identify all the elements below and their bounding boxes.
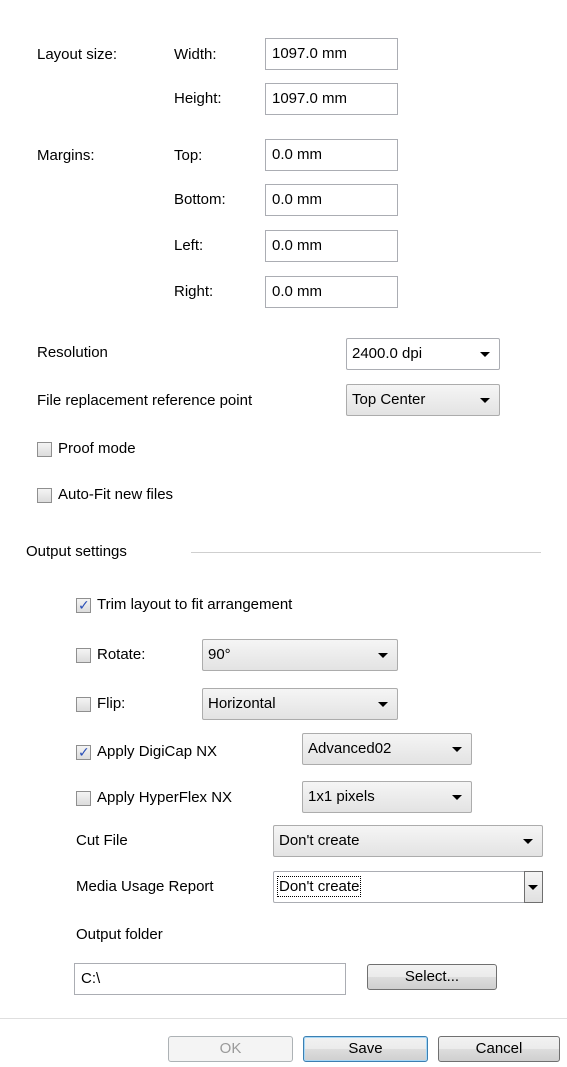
resolution-combo[interactable]: 2400.0 dpi <box>346 338 500 370</box>
resolution-value: 2400.0 dpi <box>352 345 423 362</box>
chevron-down-icon <box>378 702 388 707</box>
media-report-value: Don't create <box>276 876 362 897</box>
hyperflex-combo[interactable]: 1x1 pixels <box>302 781 472 813</box>
reference-point-value: Top Center <box>352 391 426 408</box>
cut-file-combo[interactable]: Don't create <box>273 825 543 857</box>
flip-combo[interactable]: Horizontal <box>202 688 398 720</box>
auto-fit-checkbox[interactable] <box>37 488 52 503</box>
trim-checkbox[interactable]: ✓ <box>76 597 91 613</box>
check-icon: ✓ <box>78 597 90 613</box>
proof-mode-checkbox[interactable] <box>37 442 52 457</box>
digicap-value: Advanced02 <box>308 740 392 757</box>
chevron-down-icon <box>480 352 490 357</box>
cut-file-value: Don't create <box>279 832 360 849</box>
margin-bottom-label: Bottom: <box>174 191 226 208</box>
margin-left-label: Left: <box>174 237 204 254</box>
chevron-down-icon <box>480 398 490 403</box>
cancel-button[interactable]: Cancel <box>438 1036 560 1062</box>
digicap-checkbox[interactable]: ✓ <box>76 744 91 760</box>
check-icon: ✓ <box>78 744 90 760</box>
chevron-down-icon <box>528 885 538 890</box>
chevron-down-icon <box>523 839 533 844</box>
margin-left-input[interactable]: 0.0 mm <box>265 230 398 262</box>
margins-label: Margins: <box>37 147 95 164</box>
height-input[interactable]: 1097.0 mm <box>265 83 398 115</box>
media-report-label: Media Usage Report <box>76 878 214 895</box>
digicap-label: Apply DigiCap NX <box>97 743 218 760</box>
rotate-value: 90° <box>208 646 231 663</box>
hyperflex-checkbox[interactable] <box>76 791 91 806</box>
height-label: Height: <box>174 90 222 107</box>
flip-value: Horizontal <box>208 695 276 712</box>
footer-divider <box>0 1018 567 1019</box>
cut-file-label: Cut File <box>76 832 128 849</box>
flip-checkbox[interactable] <box>76 697 91 712</box>
margin-right-label: Right: <box>174 283 214 300</box>
digicap-combo[interactable]: Advanced02 <box>302 733 472 765</box>
chevron-down-icon <box>452 747 462 752</box>
dropdown-button[interactable] <box>524 871 543 903</box>
output-folder-label: Output folder <box>76 926 163 943</box>
margin-bottom-input[interactable]: 0.0 mm <box>265 184 398 216</box>
trim-label: Trim layout to fit arrangement <box>97 596 293 613</box>
save-button[interactable]: Save <box>303 1036 428 1062</box>
reference-point-label: File replacement reference point <box>37 392 253 409</box>
auto-fit-label: Auto-Fit new files <box>58 486 174 503</box>
width-input[interactable]: 1097.0 mm <box>265 38 398 70</box>
chevron-down-icon <box>378 653 388 658</box>
rotate-checkbox[interactable] <box>76 648 91 663</box>
reference-point-combo[interactable]: Top Center <box>346 384 500 416</box>
margin-top-label: Top: <box>174 147 203 164</box>
resolution-label: Resolution <box>37 344 108 361</box>
output-folder-input[interactable]: C:\ <box>74 963 346 995</box>
group-divider <box>191 552 541 553</box>
media-report-combo[interactable]: Don't create <box>273 871 543 903</box>
output-settings-title: Output settings <box>26 543 127 560</box>
margin-top-input[interactable]: 0.0 mm <box>265 139 398 171</box>
rotate-combo[interactable]: 90° <box>202 639 398 671</box>
margin-right-input[interactable]: 0.0 mm <box>265 276 398 308</box>
flip-label: Flip: <box>97 695 126 712</box>
layout-size-label: Layout size: <box>37 46 118 63</box>
width-label: Width: <box>174 46 217 63</box>
chevron-down-icon <box>452 795 462 800</box>
rotate-label: Rotate: <box>97 646 146 663</box>
select-folder-button[interactable]: Select... <box>367 964 497 990</box>
hyperflex-value: 1x1 pixels <box>308 788 375 805</box>
hyperflex-label: Apply HyperFlex NX <box>97 789 233 806</box>
proof-mode-label: Proof mode <box>58 440 136 457</box>
ok-button[interactable]: OK <box>168 1036 293 1062</box>
